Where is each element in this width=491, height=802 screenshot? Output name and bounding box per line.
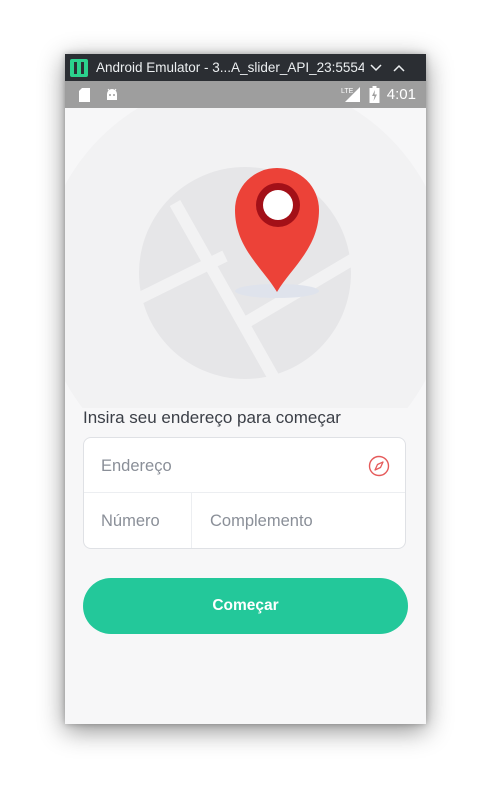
complement-input[interactable] <box>210 510 395 532</box>
battery-icon <box>369 86 380 103</box>
emulator-app-icon <box>70 58 88 77</box>
minimize-button[interactable] <box>365 54 387 81</box>
network-type: LTE <box>341 88 354 95</box>
sd-card-icon <box>79 87 90 102</box>
status-time: 4:01 <box>386 86 416 103</box>
chevron-down-icon <box>370 63 382 71</box>
lte-signal-icon: LTE <box>341 87 360 102</box>
compass-icon[interactable] <box>368 455 390 477</box>
chevron-up-icon <box>393 64 405 72</box>
emulator-titlebar: Android Emulator - 3...A_slider_API_23:5… <box>65 54 426 81</box>
address-prompt: Insira seu endereço para começar <box>83 408 341 427</box>
field-divider <box>191 493 192 548</box>
app-content: Insira seu endereço para começar Começar <box>65 108 426 724</box>
android-status-bar: LTE 4:01 <box>65 81 426 108</box>
address-input[interactable] <box>101 455 361 477</box>
start-button[interactable]: Começar <box>83 578 408 634</box>
pin-center <box>263 190 293 220</box>
emulator-window: Android Emulator - 3...A_slider_API_23:5… <box>65 54 426 724</box>
map-pin-illustration <box>65 108 426 408</box>
window-title: Android Emulator - 3...A_slider_API_23:5… <box>96 60 364 75</box>
maximize-button[interactable] <box>388 54 410 81</box>
android-debug-icon <box>107 88 117 100</box>
address-form <box>83 437 406 549</box>
address-row <box>84 438 405 493</box>
number-input[interactable] <box>101 510 187 532</box>
number-complement-row <box>84 493 405 548</box>
